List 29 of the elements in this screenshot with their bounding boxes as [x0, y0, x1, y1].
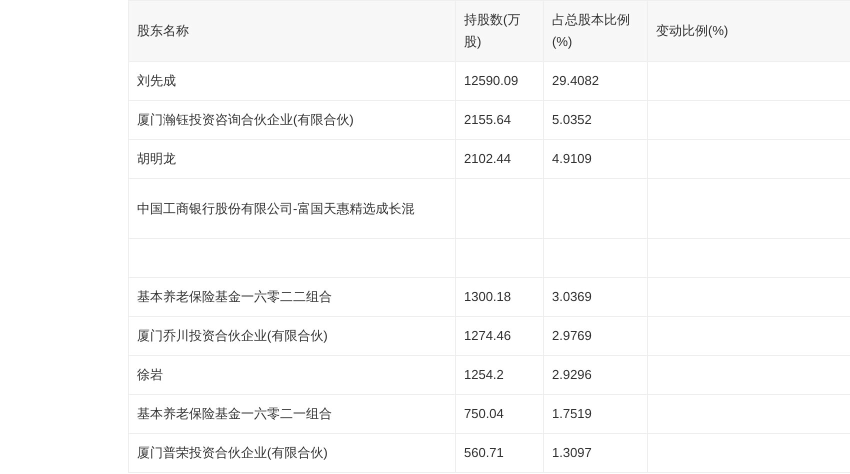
- table-cell: 5.0352: [544, 101, 648, 140]
- table-cell: 徐岩: [129, 356, 456, 395]
- column-header: 占总股本比例(%): [544, 1, 648, 62]
- table-cell: 中国工商银行股份有限公司-富国天惠精选成长混: [129, 179, 456, 239]
- table-cell: 刘先成: [129, 62, 456, 101]
- table-cell: 1.3097: [544, 434, 648, 473]
- table-cell: 基本养老保险基金一六零二一组合: [129, 395, 456, 434]
- table-cell: 750.04: [456, 395, 544, 434]
- column-header: 变动比例(%): [648, 1, 850, 62]
- column-header: 持股数(万股): [456, 1, 544, 62]
- table-cell: 2.9296: [544, 356, 648, 395]
- table-cell: 厦门瀚钰投资咨询合伙企业(有限合伙): [129, 101, 456, 140]
- table-cell: 1254.2: [456, 356, 544, 395]
- table-cell: 2102.44: [456, 140, 544, 179]
- table-cell: 4.9109: [544, 140, 648, 179]
- table-cell: 560.71: [456, 434, 544, 473]
- table-cell: 2155.64: [456, 101, 544, 140]
- table-cell: 1300.18: [456, 278, 544, 317]
- table-cell: 29.4082: [544, 62, 648, 101]
- column-header: 股东名称: [129, 1, 456, 62]
- table-cell: 3.0369: [544, 278, 648, 317]
- table-cell: 基本养老保险基金一六零二二组合: [129, 278, 456, 317]
- table-cell: 厦门普荣投资合伙企业(有限合伙): [129, 434, 456, 473]
- table-cell: 厦门乔川投资合伙企业(有限合伙): [129, 317, 456, 356]
- table-cell: 胡明龙: [129, 140, 456, 179]
- table-cell: 12590.09: [456, 62, 544, 101]
- table-cell: 1274.46: [456, 317, 544, 356]
- table-cell: 1.7519: [544, 395, 648, 434]
- table-cell: 2.9769: [544, 317, 648, 356]
